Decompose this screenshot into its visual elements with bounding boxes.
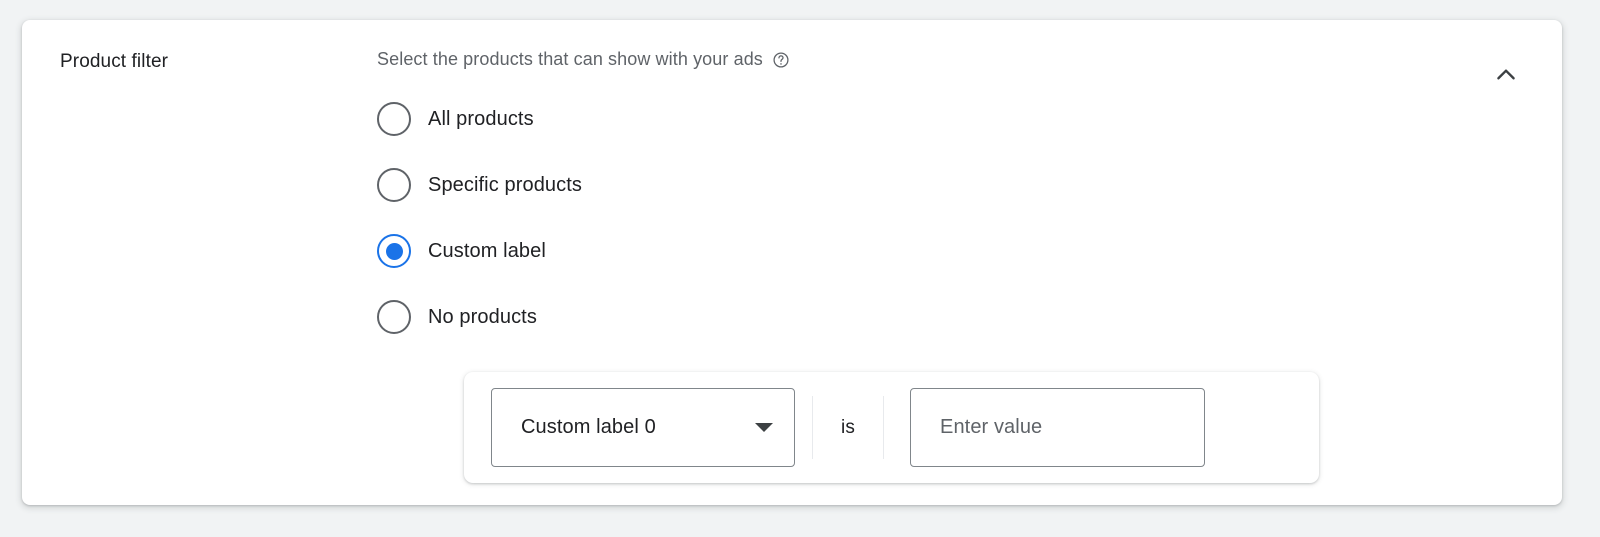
filter-divider-right (883, 396, 884, 459)
filter-value-input[interactable] (910, 388, 1205, 467)
radio-label-no-products: No products (428, 306, 537, 328)
chevron-down-icon (755, 423, 773, 432)
radio-indicator-all-products[interactable] (377, 102, 411, 136)
radio-label-all-products: All products (428, 108, 534, 130)
product-filter-radio-group[interactable]: All products Specific products Custom la… (377, 86, 1472, 350)
radio-option-custom-label[interactable]: Custom label (377, 218, 546, 284)
product-filter-content: Select the products that can show with y… (377, 44, 1472, 350)
radio-option-specific-products[interactable]: Specific products (377, 152, 582, 218)
custom-label-filter-panel: Custom label 0 is (464, 372, 1319, 483)
radio-label-custom-label: Custom label (428, 240, 546, 262)
help-circle-icon[interactable] (772, 51, 790, 69)
page-title: Product filter (60, 51, 169, 72)
collapse-section-button[interactable] (1484, 53, 1528, 97)
product-filter-card: Product filter Select the products that … (22, 20, 1562, 505)
description-row: Select the products that can show with y… (377, 44, 1472, 74)
filter-operator-label: is (841, 416, 855, 438)
radio-indicator-specific-products[interactable] (377, 168, 411, 202)
custom-label-dimension-select[interactable]: Custom label 0 (491, 388, 795, 467)
radio-indicator-custom-label[interactable] (377, 234, 411, 268)
radio-option-all-products[interactable]: All products (377, 86, 534, 152)
radio-label-specific-products: Specific products (428, 174, 582, 196)
chevron-up-icon (1493, 62, 1519, 88)
custom-label-dimension-value: Custom label 0 (521, 416, 656, 438)
description-text: Select the products that can show with y… (377, 49, 763, 69)
radio-indicator-no-products[interactable] (377, 300, 411, 334)
radio-option-no-products[interactable]: No products (377, 284, 537, 350)
page-background: Product filter Select the products that … (0, 0, 1600, 537)
